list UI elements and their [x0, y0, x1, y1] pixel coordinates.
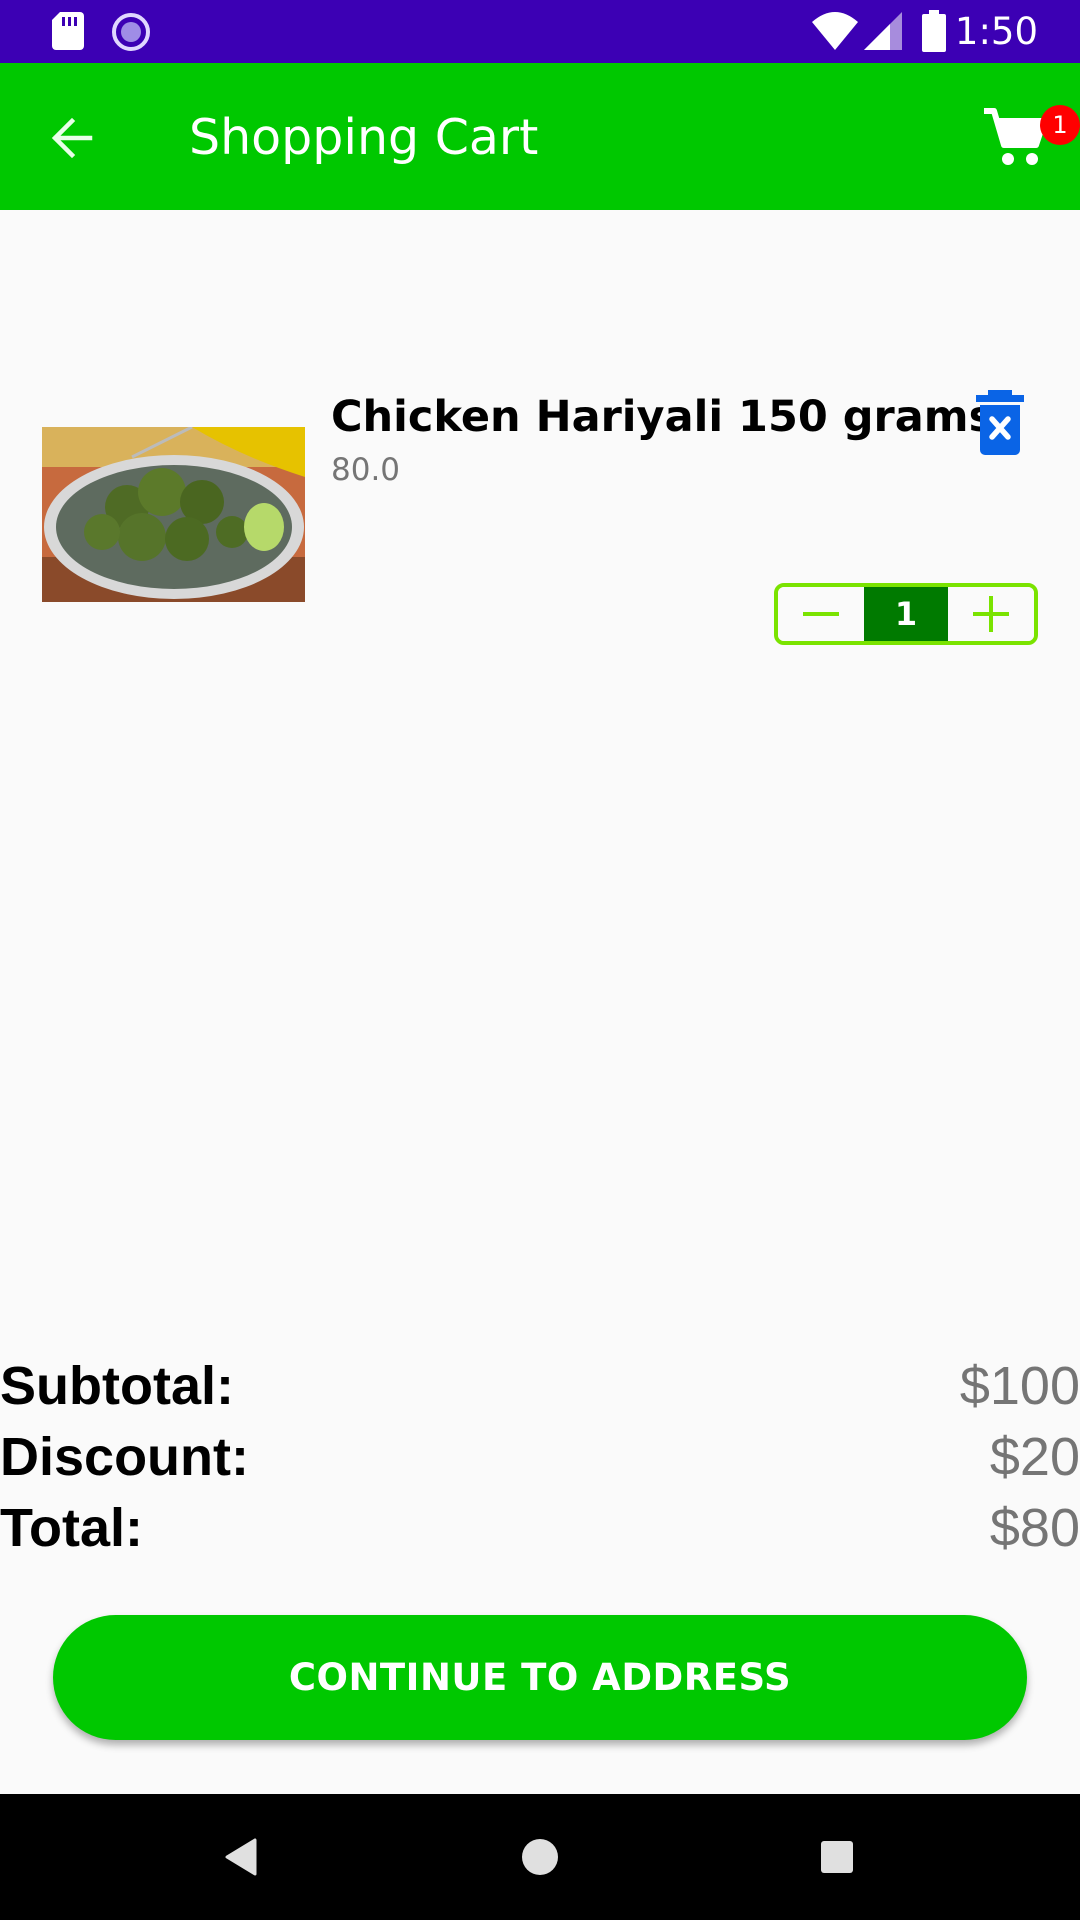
increment-button[interactable]	[948, 587, 1034, 641]
status-bar: 1:50	[0, 0, 1080, 63]
navigation-bar	[0, 1794, 1080, 1920]
discount-row: Discount: $20	[0, 1426, 1080, 1492]
decrement-button[interactable]	[778, 587, 864, 641]
home-nav-icon	[522, 1839, 558, 1875]
battery-icon	[922, 10, 946, 52]
back-button[interactable]	[42, 108, 102, 168]
cart-count-badge: 1	[1040, 105, 1080, 145]
discount-value: $20	[989, 1427, 1080, 1487]
minus-icon	[803, 612, 839, 616]
subtotal-row: Subtotal: $100	[0, 1355, 1080, 1421]
shopping-cart-icon	[984, 108, 1047, 165]
page-title: Shopping Cart	[189, 109, 539, 166]
total-label: Total:	[0, 1498, 143, 1558]
continue-to-address-button[interactable]: CONTINUE TO ADDRESS	[53, 1615, 1027, 1740]
total-row: Total: $80	[0, 1497, 1080, 1563]
sync-icon	[112, 13, 150, 51]
product-name: Chicken Hariyali 150 grams	[331, 392, 995, 442]
arrow-back-icon	[51, 117, 93, 159]
plus-icon	[973, 596, 1009, 632]
quantity-value: 1	[864, 587, 948, 641]
nav-home-button[interactable]	[515, 1832, 565, 1882]
subtotal-label: Subtotal:	[0, 1356, 234, 1416]
nav-back-button[interactable]	[217, 1832, 267, 1882]
status-time: 1:50	[954, 10, 1038, 53]
delete-item-button[interactable]	[970, 390, 1030, 456]
cart-button[interactable]	[980, 103, 1050, 173]
discount-label: Discount:	[0, 1427, 249, 1487]
signal-icon	[864, 12, 902, 50]
delete-icon	[976, 390, 1024, 455]
recents-nav-icon	[821, 1841, 853, 1873]
sd-card-icon	[52, 12, 84, 50]
back-nav-icon	[225, 1838, 257, 1876]
product-image	[42, 427, 305, 602]
wifi-icon	[812, 12, 858, 50]
product-price: 80.0	[331, 452, 401, 488]
quantity-stepper: 1	[774, 583, 1038, 645]
app-bar: Shopping Cart 1	[0, 63, 1080, 210]
subtotal-value: $100	[959, 1356, 1080, 1416]
nav-recents-button[interactable]	[812, 1832, 862, 1882]
total-value: $80	[989, 1498, 1080, 1558]
